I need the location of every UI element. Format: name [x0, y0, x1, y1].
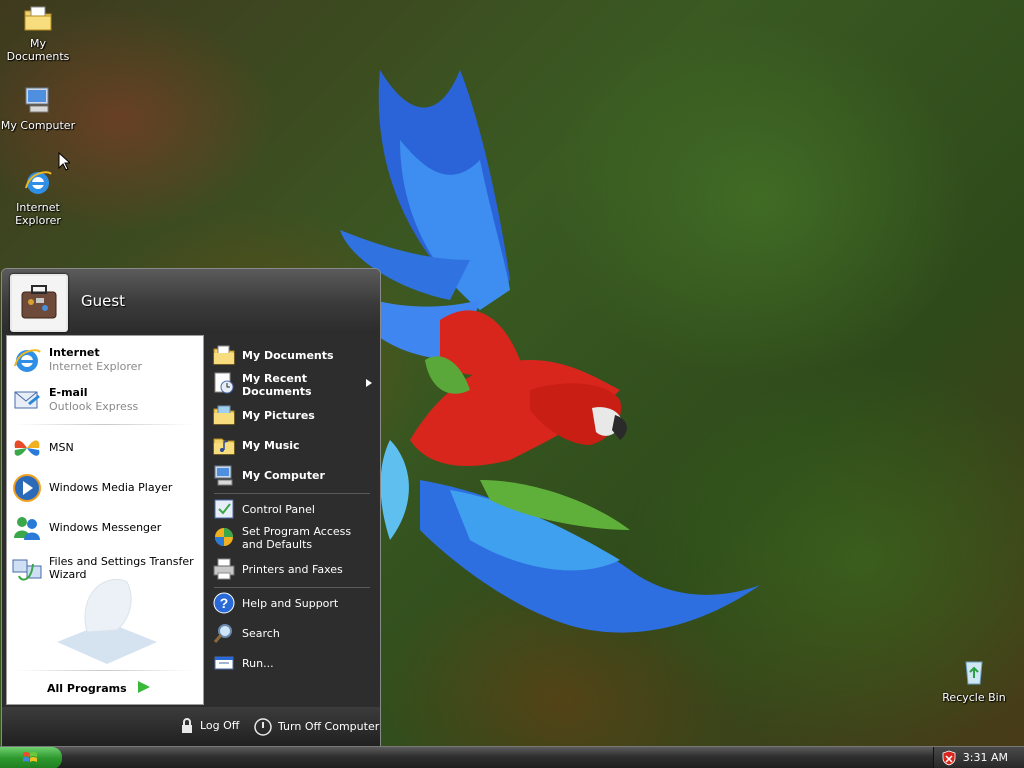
pinned-subtitle: Internet Explorer [49, 360, 142, 373]
desktop-icon-label: Recycle Bin [942, 691, 1006, 704]
recent-label: Windows Messenger [49, 521, 162, 534]
settings-printers-faxes[interactable]: Printers and Faxes [210, 557, 376, 581]
place-label: My Computer [242, 469, 325, 482]
parrot-wallpaper-image [340, 70, 760, 633]
folder-music-icon [213, 438, 235, 455]
user-name: Guest [81, 292, 126, 310]
all-programs-button[interactable]: All Programs [47, 682, 127, 695]
submenu-arrow-icon [366, 379, 372, 387]
pinned-title: E-mail [49, 386, 88, 399]
tool-help-support[interactable]: ? Help and Support [210, 591, 376, 615]
desktop-icon-recycle-bin[interactable]: Recycle Bin [936, 656, 1012, 704]
log-off-label: Log Off [200, 719, 240, 732]
search-icon [213, 624, 232, 643]
pinned-subtitle: Outlook Express [49, 400, 139, 413]
recent-documents-icon [214, 372, 234, 394]
folder-pictures-icon [213, 405, 235, 425]
start-menu-left-pane: Internet Internet Explorer E-mail Outloo… [6, 335, 204, 705]
settings-label: Set Program Access and Defaults [242, 525, 352, 551]
system-tray: 3:31 AM [933, 747, 1024, 768]
log-off-button[interactable]: Log Off [180, 718, 239, 734]
tool-search[interactable]: Search [210, 621, 376, 645]
recent-msn[interactable]: MSN [9, 430, 201, 466]
control-panel-icon [214, 499, 234, 519]
turn-off-button[interactable]: Turn Off Computer [254, 718, 379, 736]
desktop-icon-my-documents[interactable]: My Documents [0, 2, 76, 63]
recent-label: MSN [49, 441, 74, 454]
tool-label: Search [242, 627, 280, 640]
power-icon [254, 718, 272, 736]
place-label: My Music [242, 439, 300, 452]
place-label: My Pictures [242, 409, 315, 422]
media-player-icon [13, 474, 41, 502]
pinned-internet[interactable]: Internet Internet Explorer [9, 342, 201, 378]
settings-label: Control Panel [242, 503, 315, 516]
program-access-icon [215, 528, 233, 546]
recycle-bin-icon [965, 661, 983, 685]
msn-butterfly-icon [14, 440, 40, 456]
tool-label: Help and Support [242, 597, 339, 610]
start-menu-right-pane: My Documents My Recent Documents My Pict… [206, 335, 378, 705]
place-my-computer[interactable]: My Computer [210, 463, 376, 487]
separator [15, 424, 193, 425]
mouse-cursor-icon [58, 152, 70, 171]
internet-explorer-icon [14, 349, 41, 372]
internet-explorer-icon [25, 171, 52, 194]
desktop-icon-label: Internet Explorer [15, 201, 61, 227]
windows-logo-icon [23, 752, 37, 762]
user-picture[interactable] [10, 274, 68, 332]
start-menu-footer: Log Off Turn Off Computer [2, 707, 380, 747]
place-my-pictures[interactable]: My Pictures [210, 403, 376, 427]
outlook-express-icon [14, 391, 40, 409]
separator [15, 670, 193, 671]
place-my-recent-documents[interactable]: My Recent Documents [210, 371, 376, 399]
lock-icon [182, 718, 192, 733]
separator [214, 493, 370, 494]
settings-control-panel[interactable]: Control Panel [210, 497, 376, 521]
help-icon: ? [213, 592, 235, 614]
suitcase-icon [12, 276, 66, 330]
desktop-icon-my-computer[interactable]: My Computer [0, 84, 76, 132]
svg-text:?: ? [220, 595, 229, 611]
recent-windows-messenger[interactable]: Windows Messenger [9, 510, 201, 546]
place-label: My Recent Documents [242, 372, 312, 398]
tool-label: Run... [242, 657, 274, 670]
messenger-icon [14, 517, 40, 540]
taskbar: 3:31 AM [0, 746, 1024, 768]
folder-documents-icon [213, 345, 235, 365]
clock[interactable]: 3:31 AM [963, 751, 1008, 764]
recent-label: Windows Media Player [49, 481, 173, 494]
transfer-wizard-watermark-icon [57, 579, 157, 664]
pinned-title: Internet [49, 346, 100, 359]
separator [214, 587, 370, 588]
start-menu: Guest Internet Internet Explorer E-mail … [1, 268, 381, 748]
settings-program-access[interactable]: Set Program Access and Defaults [210, 525, 376, 553]
settings-label: Printers and Faxes [242, 563, 343, 576]
printer-icon [213, 558, 235, 580]
computer-icon [25, 87, 49, 113]
transfer-wizard-icon [12, 559, 42, 581]
security-shield-icon[interactable] [942, 750, 956, 766]
run-icon [214, 656, 234, 670]
arrow-right-icon [138, 681, 150, 693]
folder-documents-icon [24, 6, 52, 31]
start-menu-header: Guest [2, 269, 380, 333]
desktop-icon-internet-explorer[interactable]: Internet Explorer [0, 166, 76, 227]
start-button[interactable] [0, 747, 62, 768]
place-label: My Documents [242, 349, 334, 362]
desktop-icon-label: My Computer [0, 119, 76, 132]
desktop-icon-label: My Documents [6, 37, 70, 63]
place-my-documents[interactable]: My Documents [210, 343, 376, 367]
tool-run[interactable]: Run... [210, 651, 376, 675]
pinned-email[interactable]: E-mail Outlook Express [9, 382, 201, 418]
computer-icon [214, 465, 233, 486]
turn-off-label: Turn Off Computer [278, 720, 380, 733]
recent-windows-media-player[interactable]: Windows Media Player [9, 470, 201, 506]
place-my-music[interactable]: My Music [210, 433, 376, 457]
